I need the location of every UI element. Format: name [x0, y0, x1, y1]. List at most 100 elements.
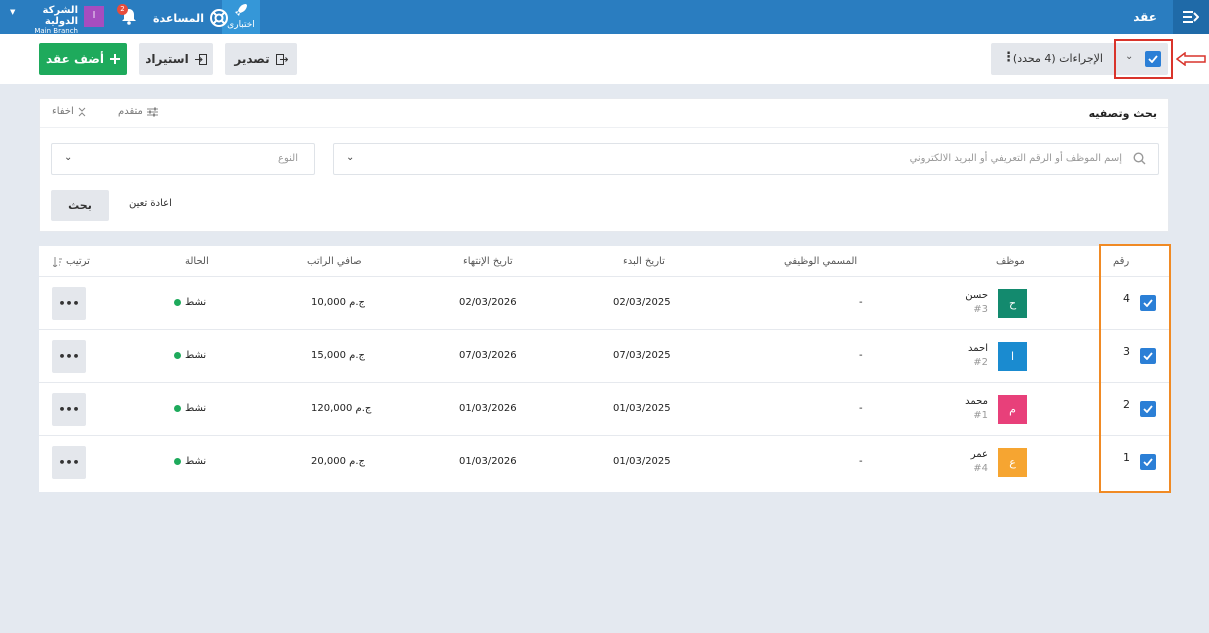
- employee-name[interactable]: احمد: [968, 343, 988, 354]
- header-job-title: المسمي الوظيفي: [784, 256, 858, 267]
- export-icon: [275, 53, 288, 65]
- caret-down-icon: ▼: [10, 8, 16, 16]
- plus-icon: [109, 54, 120, 64]
- type-select[interactable]: النوع ⌄: [51, 143, 315, 175]
- help-label: المساعدة: [153, 11, 204, 25]
- employee-avatar: م: [998, 395, 1027, 424]
- status: نشط: [174, 297, 206, 308]
- company-name: الشركة الدولية: [42, 5, 78, 27]
- header-status: الحالة: [185, 256, 209, 267]
- company-switcher[interactable]: ▼ الشركة الدولية Main Branch: [10, 5, 78, 35]
- sliders-icon: [146, 107, 158, 116]
- chevron-down-icon: ⌄: [346, 152, 355, 163]
- checkmark-icon: [1148, 55, 1158, 63]
- sort-label: ترتيب: [66, 256, 90, 267]
- job-title: -: [859, 403, 863, 414]
- export-label: تصدير: [234, 52, 270, 66]
- import-button[interactable]: استيراد: [139, 43, 213, 75]
- start-date: 07/03/2025: [613, 350, 671, 361]
- end-date: 07/03/2026: [459, 350, 517, 361]
- page-title: عقد: [1133, 10, 1157, 24]
- import-icon: [194, 53, 207, 65]
- add-contract-button[interactable]: أضف عقد: [39, 43, 127, 75]
- net-salary: 10,000 ج.م: [311, 297, 365, 308]
- status-label: نشط: [185, 403, 207, 414]
- employee-name[interactable]: حسن: [965, 290, 988, 301]
- collapse-icon: [78, 107, 86, 116]
- header-end-date: تاريخ الإنتهاء: [463, 256, 513, 267]
- notification-count-badge: 2: [117, 4, 128, 15]
- row-actions-button[interactable]: •••: [52, 393, 86, 426]
- help-link[interactable]: المساعدة: [153, 9, 228, 27]
- end-date: 01/03/2026: [459, 403, 517, 414]
- header-employee: موظف: [996, 256, 1025, 267]
- employee-avatar: ا: [998, 342, 1027, 371]
- add-contract-label: أضف عقد: [46, 52, 104, 66]
- employee-search-input[interactable]: إسم الموظف أو الرقم التعريفي أو البريد ا…: [333, 143, 1159, 175]
- search-placeholder: إسم الموظف أو الرقم التعريفي أو البريد ا…: [909, 153, 1122, 164]
- rocket-icon: [235, 4, 247, 16]
- status-label: نشط: [185, 456, 207, 467]
- hide-label: اخفاء: [52, 106, 74, 117]
- sidebar-toggle-button[interactable]: [1173, 0, 1209, 34]
- employee-code: #1: [973, 410, 988, 421]
- search-button[interactable]: بحث: [51, 190, 109, 221]
- status: نشط: [174, 456, 206, 467]
- contracts-table: رقم موظف المسمي الوظيفي تاريخ البدء تاري…: [39, 246, 1169, 492]
- start-date: 01/03/2025: [613, 456, 671, 467]
- row-actions-button[interactable]: •••: [52, 287, 86, 320]
- table-row: 1 ع عمر #4 - 01/03/2025 01/03/2026 20,00…: [39, 436, 1169, 489]
- status-dot-icon: [174, 352, 181, 359]
- start-date: 02/03/2025: [613, 297, 671, 308]
- header-net-salary: صافي الراتب: [307, 256, 362, 267]
- bulk-actions-label: الإجراءات (4 محدد): [1012, 52, 1103, 65]
- status-dot-icon: [174, 405, 181, 412]
- net-salary: 20,000 ج.م: [311, 456, 365, 467]
- employee-code: #4: [973, 463, 988, 474]
- status-dot-icon: [174, 458, 181, 465]
- export-button[interactable]: تصدير: [225, 43, 297, 75]
- pointer-arrow-icon: [1176, 52, 1206, 66]
- chevron-down-icon: ⌄: [64, 152, 73, 163]
- select-all-highlight: [1114, 39, 1173, 79]
- employee-code: #2: [973, 357, 988, 368]
- hide-filter-link[interactable]: اخفاء: [52, 106, 86, 117]
- end-date: 02/03/2026: [459, 297, 517, 308]
- number-column-highlight: [1099, 244, 1171, 493]
- net-salary: 15,000 ج.م: [311, 350, 365, 361]
- table-row: 3 ا احمد #2 - 07/03/2025 07/03/2026 15,0…: [39, 330, 1169, 383]
- action-bar: أضف عقد استيراد تصدير ⋮ الإجراءات (4 محد…: [0, 34, 1209, 84]
- filter-divider: [40, 127, 1168, 128]
- employee-name[interactable]: عمر: [971, 449, 988, 460]
- job-title: -: [859, 350, 863, 361]
- menu-arrow-icon: [1183, 11, 1199, 23]
- table-row: 2 م محمد #1 - 01/03/2025 01/03/2026 120,…: [39, 383, 1169, 436]
- row-actions-button[interactable]: •••: [52, 340, 86, 373]
- select-all-checkbox[interactable]: [1145, 51, 1161, 67]
- top-bar: عقد اختبارى المساعدة 2 ا ▼ الشركة الدولي…: [0, 0, 1209, 35]
- sort-icon: [53, 256, 62, 267]
- type-placeholder: النوع: [278, 153, 298, 164]
- status: نشط: [174, 350, 206, 361]
- start-date: 01/03/2025: [613, 403, 671, 414]
- row-actions-button[interactable]: •••: [52, 446, 86, 479]
- search-icon: [1133, 152, 1146, 165]
- lifebuoy-icon: [209, 9, 228, 27]
- employee-code: #3: [973, 304, 988, 315]
- advanced-label: متقدم: [118, 106, 143, 117]
- table-row: 4 ح حسن #3 - 02/03/2025 02/03/2026 10,00…: [39, 277, 1169, 330]
- notifications-button[interactable]: 2: [117, 4, 137, 28]
- header-start-date: تاريخ البدء: [623, 256, 665, 267]
- end-date: 01/03/2026: [459, 456, 517, 467]
- advanced-filter-link[interactable]: متقدم: [118, 106, 158, 117]
- sort-button[interactable]: ترتيب: [53, 256, 90, 267]
- status-dot-icon: [174, 299, 181, 306]
- status-label: نشط: [185, 350, 207, 361]
- job-title: -: [859, 456, 863, 467]
- status: نشط: [174, 403, 206, 414]
- reset-button[interactable]: اعادة تعين: [129, 198, 172, 209]
- status-label: نشط: [185, 297, 207, 308]
- employee-avatar: ع: [998, 448, 1027, 477]
- employee-name[interactable]: محمد: [965, 396, 988, 407]
- user-avatar[interactable]: ا: [84, 6, 104, 27]
